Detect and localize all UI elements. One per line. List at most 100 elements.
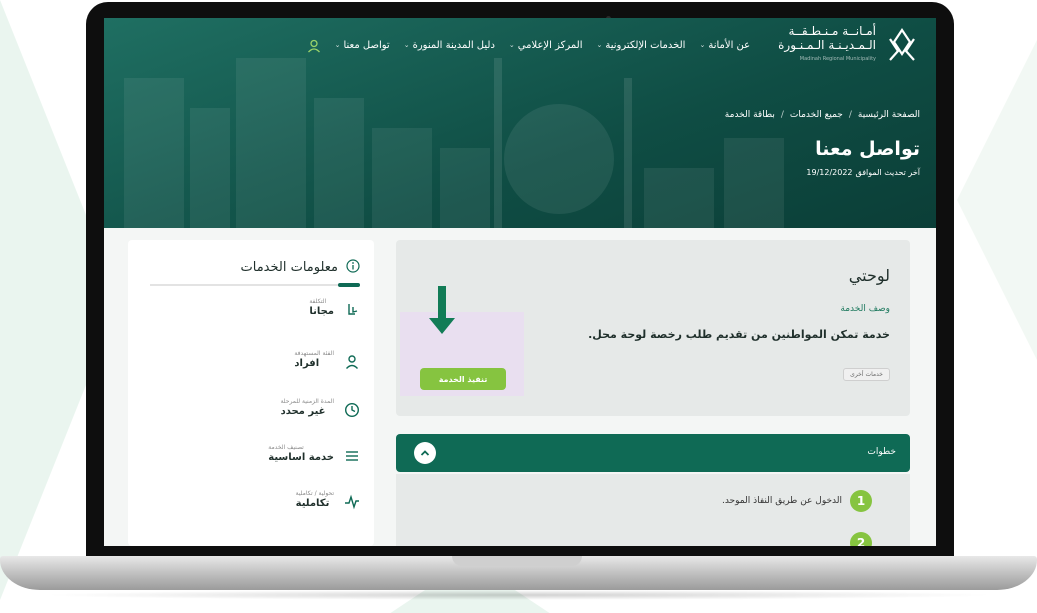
info-label: تصنيف الخدمة	[268, 444, 304, 451]
divider	[150, 284, 360, 286]
nav-item-contact[interactable]: تواصل معنا ⌄	[335, 40, 390, 51]
minaret	[494, 58, 502, 228]
service-description-label: وصف الخدمة	[840, 304, 890, 314]
chevron-down-icon: ⌄	[596, 41, 603, 49]
service-info-panel: معلومات الخدمات التكلفة مجانا الفئة المس…	[128, 240, 374, 546]
pulse-icon	[344, 494, 360, 510]
execute-service-button[interactable]: تنفيذ الخدمة	[420, 368, 506, 390]
info-row-duration: المدة الزمنية للمرحلة غير محدد	[281, 398, 360, 418]
riyal-icon	[344, 302, 360, 318]
info-row-cost: التكلفة مجانا	[309, 298, 360, 318]
nav-label: دليل المدينة المنورة	[412, 39, 495, 51]
last-update-label: آخر تحديث الموافق	[855, 168, 920, 177]
skyline-building	[190, 108, 230, 228]
nav-label: عن الأمانة	[708, 39, 751, 51]
municipality-logo[interactable]: أمـانــة مـنـطـقــة الـمـديـنـة الـمـنـو…	[778, 24, 920, 66]
info-texts: المدة الزمنية للمرحلة غير محدد	[281, 398, 334, 417]
info-circle-icon	[346, 258, 360, 277]
service-info-header: معلومات الخدمات	[241, 258, 361, 277]
step-number: 2	[850, 532, 872, 546]
nav-item-guide[interactable]: دليل المدينة المنورة ⌄	[404, 40, 495, 51]
user-icon[interactable]	[307, 38, 321, 53]
breadcrumb-all-services[interactable]: جميع الخدمات	[790, 110, 843, 120]
skyline-building	[236, 58, 306, 228]
info-texts: الفئة المستهدفة افراد	[294, 350, 334, 369]
info-value: خدمة اساسية	[268, 452, 334, 463]
logo-wordmark: أمـانــة مـنـطـقــة الـمـديـنـة الـمـنـو…	[778, 24, 876, 66]
nav-item-about[interactable]: عن الأمانة ⌄	[699, 40, 750, 51]
nav-label: المركز الإعلامي	[517, 39, 583, 51]
info-label: التكلفة	[309, 298, 327, 305]
chevron-up-icon	[420, 450, 430, 456]
skyline-building	[314, 98, 364, 228]
skyline-building	[644, 168, 714, 228]
logo-line: أمـانــة مـنـطـقــة	[788, 24, 876, 38]
steps-list: 1 الدخول عن طريق النفاذ الموحد. 2	[396, 474, 910, 546]
minaret	[624, 78, 632, 228]
arrow-shaft	[438, 286, 446, 320]
logo-line: الـمـديـنـة الـمـنـورة	[778, 38, 876, 52]
background-shape	[957, 40, 1037, 360]
step-number: 1	[850, 490, 872, 512]
skyline-building	[372, 128, 432, 228]
info-row-category: تصنيف الخدمة خدمة اساسية	[268, 444, 360, 464]
service-name: لوحتي	[848, 266, 890, 285]
breadcrumb-current: بطاقة الخدمة	[724, 110, 775, 120]
info-label: الفئة المستهدفة	[294, 350, 334, 357]
steps-title: خطوات	[867, 447, 896, 457]
nav-item-media[interactable]: المركز الإعلامي ⌄	[509, 40, 583, 51]
chevron-down-icon: ⌄	[508, 41, 515, 49]
last-update: آخر تحديث الموافق 19/12/2022	[806, 168, 920, 177]
info-texts: تحولية / تكاملية تكاملية	[296, 490, 334, 509]
laptop-screen: أمـانــة مـنـطـقــة الـمـديـنـة الـمـنـو…	[104, 18, 936, 546]
skyline-building	[124, 78, 184, 228]
chevron-down-icon: ⌄	[334, 41, 341, 49]
page-title: تواصل معنا	[815, 138, 920, 160]
info-row-integration: تحولية / تكاملية تكاملية	[296, 490, 360, 510]
breadcrumb-separator: /	[780, 110, 784, 120]
steps-header[interactable]: خطوات	[396, 434, 910, 472]
top-navigation: أمـانــة مـنـطـقــة الـمـديـنـة الـمـنـو…	[104, 18, 936, 72]
step-item: 2	[842, 532, 872, 546]
skyline-building	[724, 138, 784, 228]
info-value: افراد	[294, 358, 320, 369]
mosque-dome	[504, 104, 614, 214]
info-row-audience: الفئة المستهدفة افراد	[294, 350, 360, 370]
service-card: لوحتي وصف الخدمة خدمة تمكن المواطنين من …	[396, 240, 910, 416]
logo-subtitle: Madinah Regional Municipality	[799, 56, 876, 62]
info-label: المدة الزمنية للمرحلة	[280, 398, 334, 405]
skyline-building	[440, 148, 490, 228]
breadcrumb: الصفحة الرئيسية / جميع الخدمات / بطاقة ا…	[725, 110, 920, 120]
nav-label: الخدمات الإلكترونية	[605, 39, 686, 51]
pointer-arrow-icon	[429, 286, 455, 336]
presentation-stage: أمـانــة مـنـطـقــة الـمـديـنـة الـمـنـو…	[0, 0, 1037, 613]
other-services-tag[interactable]: خدمات أخرى	[843, 368, 890, 381]
collapse-button[interactable]	[414, 442, 436, 464]
breadcrumb-separator: /	[848, 110, 852, 120]
list-icon	[344, 448, 360, 464]
clock-icon	[344, 402, 360, 418]
divider-accent	[338, 283, 360, 287]
step-text: الدخول عن طريق النفاذ الموحد.	[721, 496, 842, 506]
info-texts: التكلفة مجانا	[309, 298, 334, 317]
service-info-title: معلومات الخدمات	[240, 260, 339, 275]
arrow-head	[429, 318, 455, 334]
info-value: مجانا	[309, 306, 334, 317]
breadcrumb-home[interactable]: الصفحة الرئيسية	[858, 110, 920, 120]
laptop-shadow	[40, 590, 997, 600]
chevron-down-icon: ⌄	[403, 41, 410, 49]
service-description: خدمة تمكن المواطنين من تقديم طلب رخصة لو…	[588, 328, 890, 341]
nav-label: تواصل معنا	[343, 39, 390, 51]
info-texts: تصنيف الخدمة خدمة اساسية	[268, 444, 334, 463]
nav-item-eservices[interactable]: الخدمات الإلكترونية ⌄	[596, 40, 685, 51]
user-icon	[344, 354, 360, 370]
logo-mark-icon	[884, 27, 920, 63]
info-value: تكاملية	[295, 498, 330, 509]
chevron-down-icon: ⌄	[699, 41, 706, 49]
last-update-date: 19/12/2022	[806, 168, 853, 177]
step-item: 1 الدخول عن طريق النفاذ الموحد.	[722, 490, 872, 512]
info-value: غير محدد	[280, 406, 326, 417]
laptop-notch	[452, 556, 582, 566]
info-label: تحولية / تكاملية	[295, 490, 334, 497]
main-nav: عن الأمانة ⌄ الخدمات الإلكترونية ⌄ المركز …	[335, 40, 751, 51]
